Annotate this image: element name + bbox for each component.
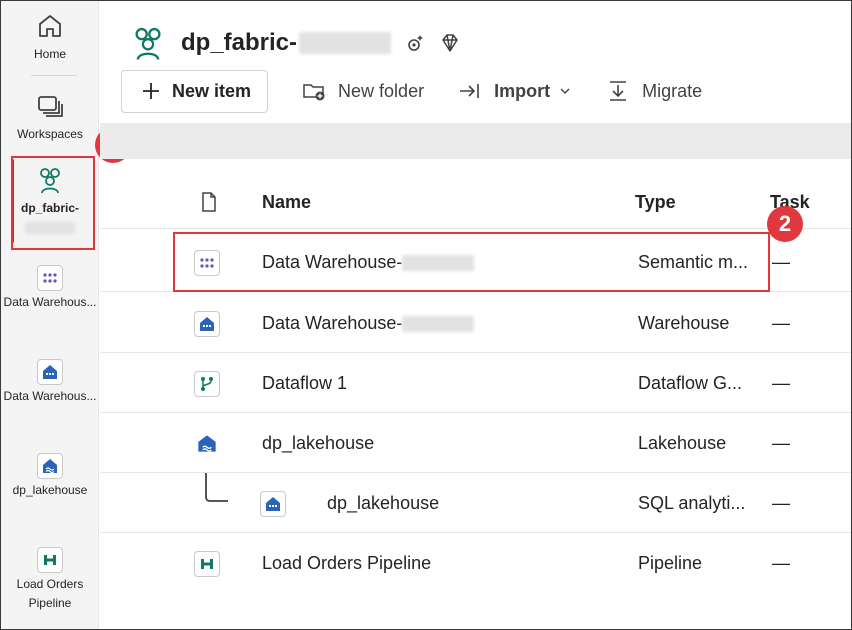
diamond-icon[interactable] [439,32,461,54]
row-type: Dataflow G... [638,373,743,393]
lakehouse-icon [194,431,220,457]
sql-endpoint-icon [260,491,286,517]
warehouse-icon [194,311,220,337]
rail-item-data-warehouse-semantic[interactable]: Data Warehous... [1,265,99,312]
import-button[interactable]: Import [458,80,572,102]
row-task: — [772,373,790,393]
home-icon [39,15,61,37]
rail-item-label: Load Orders Pipeline [16,577,84,610]
new-folder-icon [303,84,325,101]
plus-icon [143,83,159,99]
rail-home-label: Home [33,47,66,61]
table-row[interactable]: Data Warehouse- Warehouse — [100,293,851,353]
row-type: Warehouse [638,313,730,333]
migrate-icon [610,81,627,101]
lakehouse-icon [37,453,63,479]
rail-workspaces[interactable]: Workspaces [1,91,99,144]
chevron-down-icon [560,88,570,94]
row-name[interactable]: Data Warehouse- [262,313,475,334]
page-title: dp_fabric- [181,29,298,56]
row-task: — [772,553,790,573]
import-label: Import [494,80,551,101]
new-folder-label: New folder [338,80,425,101]
new-folder-button[interactable]: New folder [302,80,424,102]
row-name[interactable]: Load Orders Pipeline [262,553,431,574]
warehouse-icon [37,359,63,385]
callout-highlight-1 [11,156,95,250]
filter-bar [100,123,851,159]
redacted-text [402,316,475,333]
left-nav-rail: Home Workspaces dp_fabric- 1 Data Wareho… [1,1,131,629]
rail-item-label: Data Warehous... [3,389,97,403]
column-header-name[interactable]: Name [262,192,311,213]
workspace-settings-icon[interactable] [405,32,427,54]
rail-workspaces-label: Workspaces [17,127,83,141]
app-window: Home Workspaces dp_fabric- 1 Data Wareho… [0,0,852,630]
rail-item-dp-lakehouse[interactable]: dp_lakehouse [1,453,99,500]
row-name[interactable]: dp_lakehouse [262,433,374,454]
rail-divider [31,75,77,76]
rail-item-data-warehouse[interactable]: Data Warehous... [1,359,99,406]
pipeline-icon [194,551,220,577]
rail-home[interactable]: Home [1,11,99,64]
migrate-label: Migrate [642,80,703,101]
row-task: — [772,433,790,453]
dataflow-icon [194,371,220,397]
row-type: Pipeline [638,553,703,573]
row-task: — [772,313,790,333]
row-type: SQL analyti... [638,493,746,513]
pipeline-icon [37,547,63,573]
workspace-people-icon [135,27,161,60]
migrate-button[interactable]: Migrate [606,79,702,103]
row-name[interactable]: Dataflow 1 [262,373,347,394]
rail-item-load-orders-pipeline[interactable]: Load Orders Pipeline [1,547,99,613]
redacted-text [299,32,392,54]
toolbar: New item New folder Import Migrate [121,69,702,113]
callout-badge-2: 2 [767,206,803,242]
file-type-icon [202,192,216,212]
table-row[interactable]: dp_lakehouse Lakehouse — [100,413,851,473]
table-header: Name Type Task [100,179,851,229]
semantic-model-icon [37,265,63,291]
table-row[interactable]: Load Orders Pipeline Pipeline — [100,533,851,593]
workspaces-icon [38,96,63,117]
row-type: Lakehouse [638,433,727,453]
table-row-child[interactable]: dp_lakehouse SQL analyti... — [100,473,851,533]
column-header-type[interactable]: Type [635,192,676,213]
row-name[interactable]: dp_lakehouse [327,493,439,514]
table-row[interactable]: Dataflow 1 Dataflow G... — [100,353,851,413]
new-item-label: New item [172,80,252,101]
row-task: — [772,493,790,513]
tree-connector [205,473,228,502]
workspace-header: dp_fabric- [129,21,461,65]
callout-highlight-2 [173,232,770,292]
new-item-button[interactable]: New item [121,69,269,113]
rail-item-label: dp_lakehouse [12,483,88,497]
row-name-text: Data Warehouse- [262,313,403,333]
rail-item-label: Data Warehous... [3,295,97,309]
row-task: — [772,252,790,272]
import-icon [460,84,479,98]
